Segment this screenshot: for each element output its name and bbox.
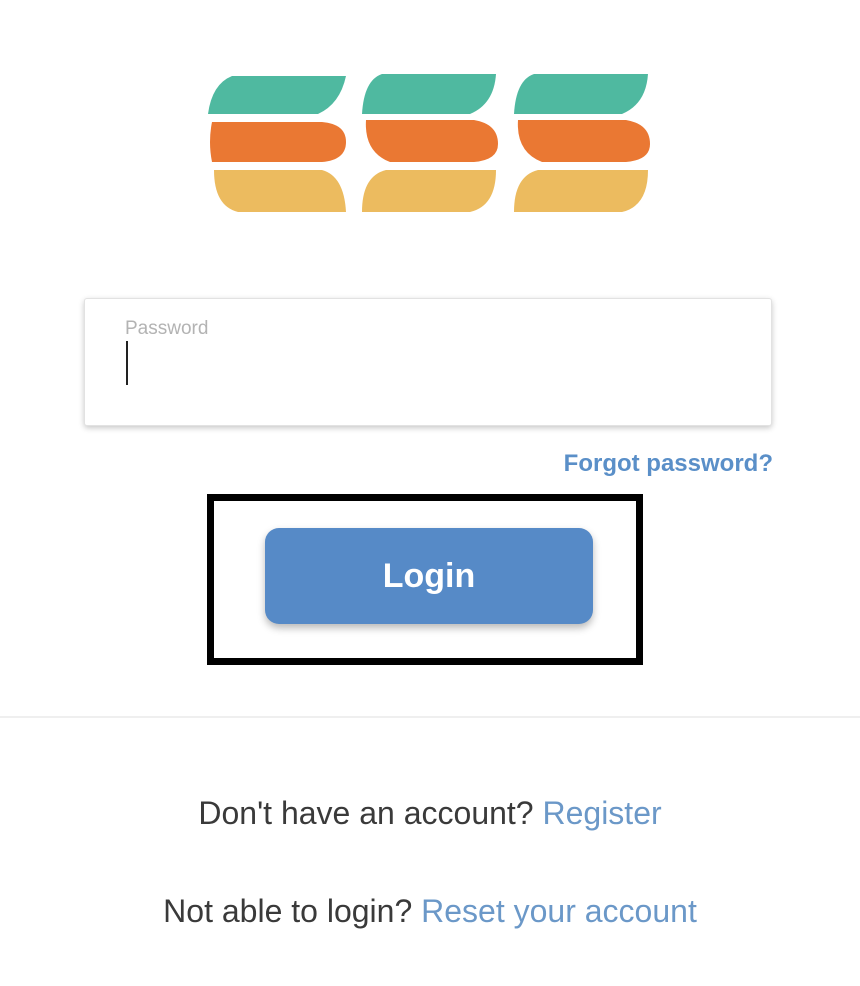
logo-bar-bottom-1: [214, 170, 346, 212]
logo-bar-bottom-3: [514, 170, 648, 212]
ess-logo: [208, 74, 650, 212]
password-field[interactable]: Password: [84, 298, 772, 426]
reset-prompt: Not able to login?: [163, 893, 422, 929]
divider: [0, 716, 860, 718]
reset-line: Not able to login? Reset your account: [0, 893, 860, 930]
text-caret: [126, 341, 128, 385]
login-button[interactable]: Login: [265, 528, 593, 624]
logo-bar-middle-1: [210, 122, 346, 162]
register-prompt: Don't have an account?: [198, 795, 543, 831]
logo-bar-middle-3: [517, 120, 650, 162]
logo-bar-bottom-2: [362, 170, 496, 212]
logo-bar-top-1: [208, 76, 346, 114]
forgot-password-link[interactable]: Forgot password?: [564, 450, 773, 478]
logo-bar-top-3: [514, 74, 648, 114]
register-line: Don't have an account? Register: [0, 795, 860, 832]
logo-bar-top-2: [362, 74, 496, 114]
logo-bar-middle-2: [365, 120, 498, 162]
reset-account-link[interactable]: Reset your account: [421, 893, 697, 929]
password-input[interactable]: [123, 337, 743, 391]
register-link[interactable]: Register: [542, 795, 661, 831]
